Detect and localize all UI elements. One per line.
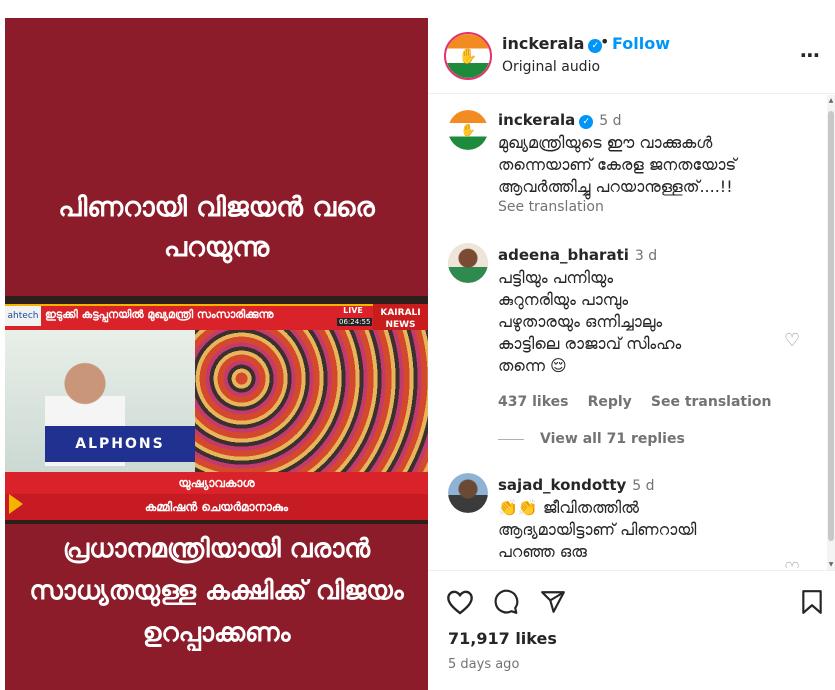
headline-top-line1: പിണറായി വിജയൻ വരെ	[58, 192, 375, 223]
headline-bottom-line1: പ്രധാനമന്ത്രിയായി വരാൻ	[62, 534, 371, 564]
post-likes-count[interactable]: 71,917 likes	[448, 629, 557, 648]
user-photo	[448, 473, 488, 513]
follow-button[interactable]: Follow	[612, 34, 670, 53]
like-heart-icon[interactable]	[446, 589, 474, 622]
verified-badge-icon: ✓	[579, 115, 594, 129]
user-photo	[448, 243, 488, 283]
comment-meta: 437 likes Reply See translation	[498, 391, 772, 410]
comment-header: adeena_bharati 3 d	[498, 245, 657, 264]
headline-bottom-line2: സാധ്യതയുള്ള കക്ഷിക്ക് വിജയം	[29, 576, 404, 606]
bar-arrow-icon	[9, 494, 23, 514]
comments-list[interactable]: ✋ inckerala ✓ 5 d മുഖ്യമന്ത്രിയുടെ ഈ വാക്ക…	[428, 95, 828, 568]
congress-hand-logo: ✋	[446, 34, 490, 78]
comment-likes[interactable]: 437 likes	[498, 394, 568, 410]
headline-top-line2: പറയുന്നു	[163, 232, 270, 263]
instagram-reel-page: പിണറായി വിജയൻ വരെ പറയുന്നു ഇടുക്കി കട്ടപ…	[0, 0, 835, 690]
congress-hand-logo: ✋	[448, 110, 488, 150]
comment-header: sajad_kondotty 5 d	[498, 475, 655, 494]
clock-readout: 06:24:55	[337, 318, 373, 326]
reel-video[interactable]: പിണറായി വിജയൻ വരെ പറയുന്നു ഇടുക്കി കട്ടപ…	[5, 18, 428, 690]
news-clip-frame: ഇടുക്കി കട്ടപ്പനയിൽ മുഖ്യമന്ത്രി സംസാരിക…	[5, 296, 428, 524]
comment-line: പറഞ്ഞ ഒരു	[498, 542, 587, 561]
caption-text: മുഖ്യമന്ത്രിയുടെ ഈ വാക്കുകൾ തന്നെയാണ് കേ…	[498, 132, 818, 198]
caption-line: തന്നെയാണ് കേരള ജനതയോട്	[498, 155, 737, 174]
header-separator: •	[600, 32, 610, 51]
headline-bottom-line3: ഉറപ്പാക്കണം	[142, 618, 291, 648]
caption-line1: യുഷ്യാവകാശ	[178, 476, 255, 490]
comment-line: തന്നെ 😌	[498, 356, 567, 375]
post-header: ✋ inckerala ✓ • Follow Original audio ⋯	[428, 18, 835, 94]
comment-line: ആദ്യമായിട്ടാണ് പിണറായി	[498, 520, 697, 539]
comment-avatar[interactable]: ✋	[448, 110, 488, 150]
comment-avatar[interactable]	[448, 243, 488, 283]
author-username[interactable]: inckerala ✓	[502, 34, 603, 53]
like-comment-heart-icon[interactable]: ♡	[784, 559, 800, 568]
comment-line: പട്ടിയും പന്നിയും	[498, 268, 614, 287]
video-headline-top: പിണറായി വിജയൻ വരെ പറയുന്നു	[5, 188, 428, 268]
comment-avatar[interactable]	[448, 473, 488, 513]
more-options-icon[interactable]: ⋯	[800, 43, 821, 67]
comment-line: 👏👏 ജീവിതത്തിൽ	[498, 498, 639, 517]
post-timestamp[interactable]: 5 days ago	[448, 657, 519, 672]
post-side-panel: ✋ inckerala ✓ • Follow Original audio ⋯ ✋…	[428, 18, 835, 690]
author-avatar[interactable]: ✋	[444, 32, 492, 80]
author-username-text: inckerala	[502, 34, 585, 53]
comment-text: പട്ടിയും പന്നിയും കുറുനരിയും പാമ്പും പഴു…	[498, 267, 788, 377]
view-replies-button[interactable]: View all 71 replies	[540, 431, 685, 447]
crowd-image	[195, 330, 428, 492]
post-footer: 71,917 likes 5 days ago	[428, 570, 835, 690]
caption-line: ആവർത്തിച്ചു പറയാനുള്ളത്....!!	[498, 177, 733, 196]
caption-line2: കമ്മിഷൻ ചെയർമാനാകും	[144, 500, 289, 514]
comment-time[interactable]: 5 d	[632, 478, 654, 494]
comment-username[interactable]: adeena_bharati	[498, 246, 629, 264]
live-badge: LIVE	[339, 306, 367, 318]
comment-line: കുറുനരിയും പാമ്പും	[498, 290, 629, 309]
comment-username[interactable]: inckerala	[498, 111, 575, 129]
scrollbar-thumb[interactable]	[828, 111, 834, 541]
save-bookmark-icon[interactable]	[800, 589, 824, 621]
caption-header: inckerala ✓ 5 d	[498, 110, 622, 129]
comment-text: 👏👏 ജീവിതത്തിൽ ആദ്യമായിട്ടാണ് പിണറായി പറഞ…	[498, 497, 788, 563]
scroll-down-icon[interactable]: ▼	[827, 561, 835, 568]
see-translation-link[interactable]: See translation	[498, 199, 604, 215]
like-comment-heart-icon[interactable]: ♡	[784, 330, 800, 351]
audio-link[interactable]: Original audio	[502, 59, 600, 75]
caption-line: മുഖ്യമന്ത്രിയുടെ ഈ വാക്കുകൾ	[498, 133, 713, 152]
scroll-up-icon[interactable]: ▲	[827, 97, 835, 104]
action-bar	[446, 589, 577, 622]
comment-bubble-icon[interactable]	[492, 589, 520, 622]
comment-username[interactable]: sajad_kondotty	[498, 476, 626, 494]
podium-sign: ALPHONS	[45, 426, 195, 462]
replies-divider	[498, 439, 524, 440]
comment-time[interactable]: 5 d	[599, 113, 621, 129]
reply-button[interactable]: Reply	[588, 394, 632, 410]
video-headline-bottom: പ്രധാനമന്ത്രിയായി വരാൻ സാധ്യതയുള്ള കക്ഷി…	[5, 528, 428, 654]
see-translation-link[interactable]: See translation	[651, 394, 772, 410]
comment-line: പഴുതാരയും ഒന്നിച്ചാലും	[498, 312, 663, 331]
comment-line: കാട്ടിലെ രാജാവ് സിംഹം	[498, 334, 682, 353]
comments-scrollbar[interactable]: ▲ ▼	[827, 95, 835, 570]
share-paper-plane-icon[interactable]	[539, 589, 567, 622]
sponsor-logo: ahtech	[5, 306, 41, 326]
comment-time[interactable]: 3 d	[635, 248, 657, 264]
ticker-text: ഇടുക്കി കട്ടപ്പനയിൽ മുഖ്യമന്ത്രി സംസാരിക…	[45, 308, 274, 321]
